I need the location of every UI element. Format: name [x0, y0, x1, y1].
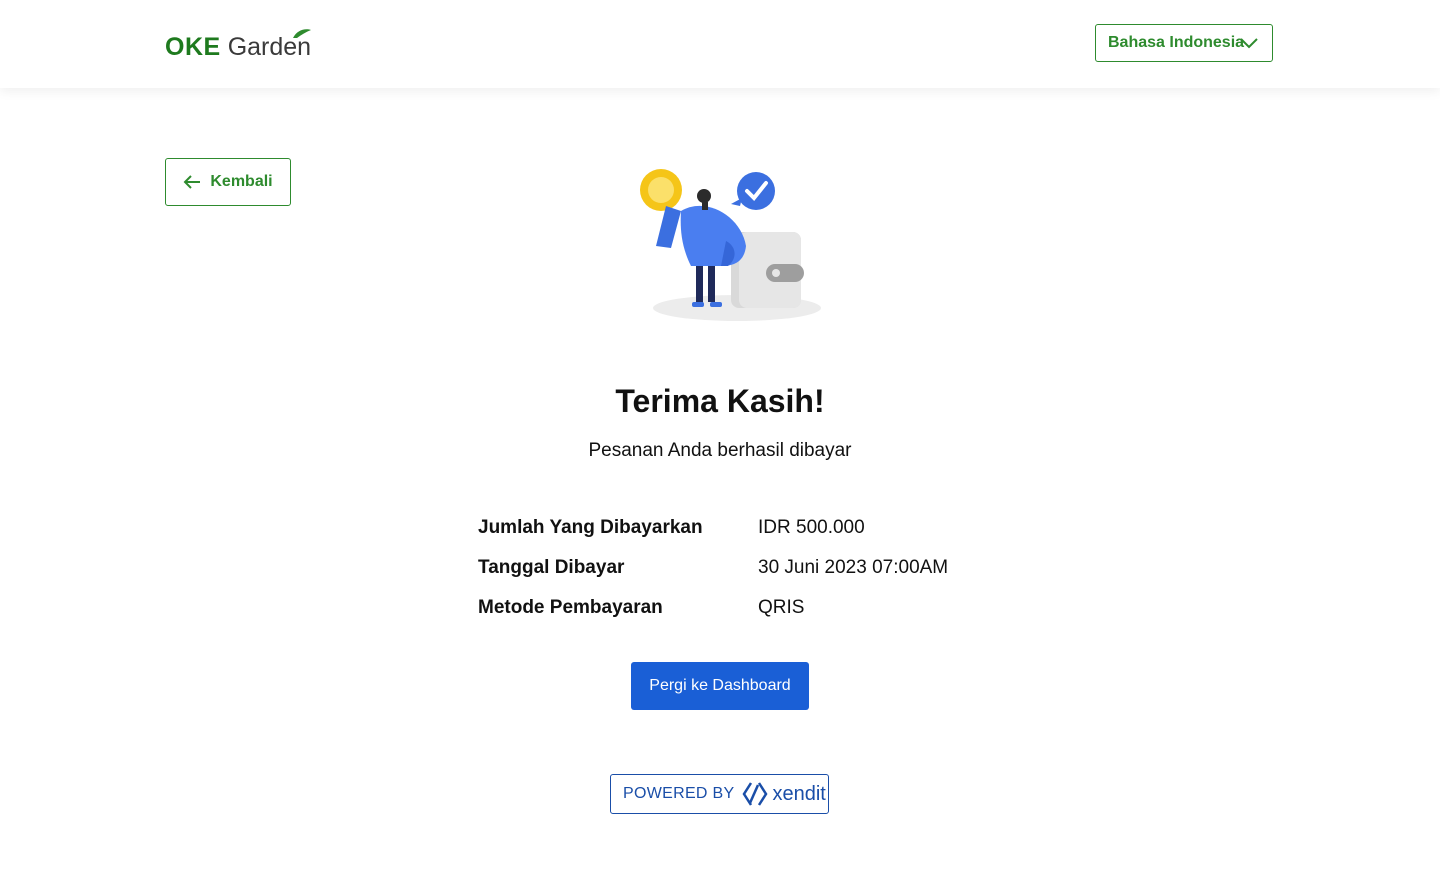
leaf-icon — [293, 29, 312, 38]
detail-row-date: Tanggal Dibayar 30 Juni 2023 07:00AM — [478, 548, 998, 588]
logo-text-oke: OKE — [165, 33, 221, 61]
detail-label: Jumlah Yang Dibayarkan — [478, 517, 703, 538]
powered-by-label: POWERED BY — [623, 785, 735, 802]
back-button-label: Kembali — [210, 173, 273, 190]
payment-success-illustration — [640, 169, 821, 321]
page-subtitle: Pesanan Anda berhasil dibayar — [588, 440, 852, 461]
page-title: Terima Kasih! — [615, 383, 825, 419]
detail-label: Tanggal Dibayar — [478, 557, 625, 578]
xendit-logo-icon — [742, 781, 768, 807]
xendit-brand-text: xendit — [772, 782, 826, 805]
chevron-down-icon — [1240, 38, 1258, 49]
language-select-value: Bahasa Indonesia — [1108, 34, 1245, 51]
detail-label: Metode Pembayaran — [478, 597, 663, 618]
payment-details: Jumlah Yang Dibayarkan IDR 500.000 Tangg… — [478, 508, 998, 628]
detail-value: IDR 500.000 — [758, 517, 865, 538]
detail-row-method: Metode Pembayaran QRIS — [478, 588, 998, 628]
detail-value: 30 Juni 2023 07:00AM — [758, 557, 949, 578]
back-button[interactable]: Kembali — [165, 158, 291, 206]
language-select[interactable]: Bahasa Indonesia — [1095, 24, 1273, 62]
detail-row-amount: Jumlah Yang Dibayarkan IDR 500.000 — [478, 508, 998, 548]
go-to-dashboard-button[interactable]: Pergi ke Dashboard — [631, 662, 809, 710]
top-header: OKE Garden Bahasa Indonesia — [0, 0, 1440, 88]
logo-text-garden: Garden — [228, 29, 312, 62]
powered-by-xendit-badge[interactable]: POWERED BY xendit — [610, 774, 829, 814]
arrow-left-icon — [183, 175, 201, 189]
detail-value: QRIS — [758, 597, 805, 618]
oke-garden-logo[interactable]: OKE Garden — [165, 28, 312, 62]
